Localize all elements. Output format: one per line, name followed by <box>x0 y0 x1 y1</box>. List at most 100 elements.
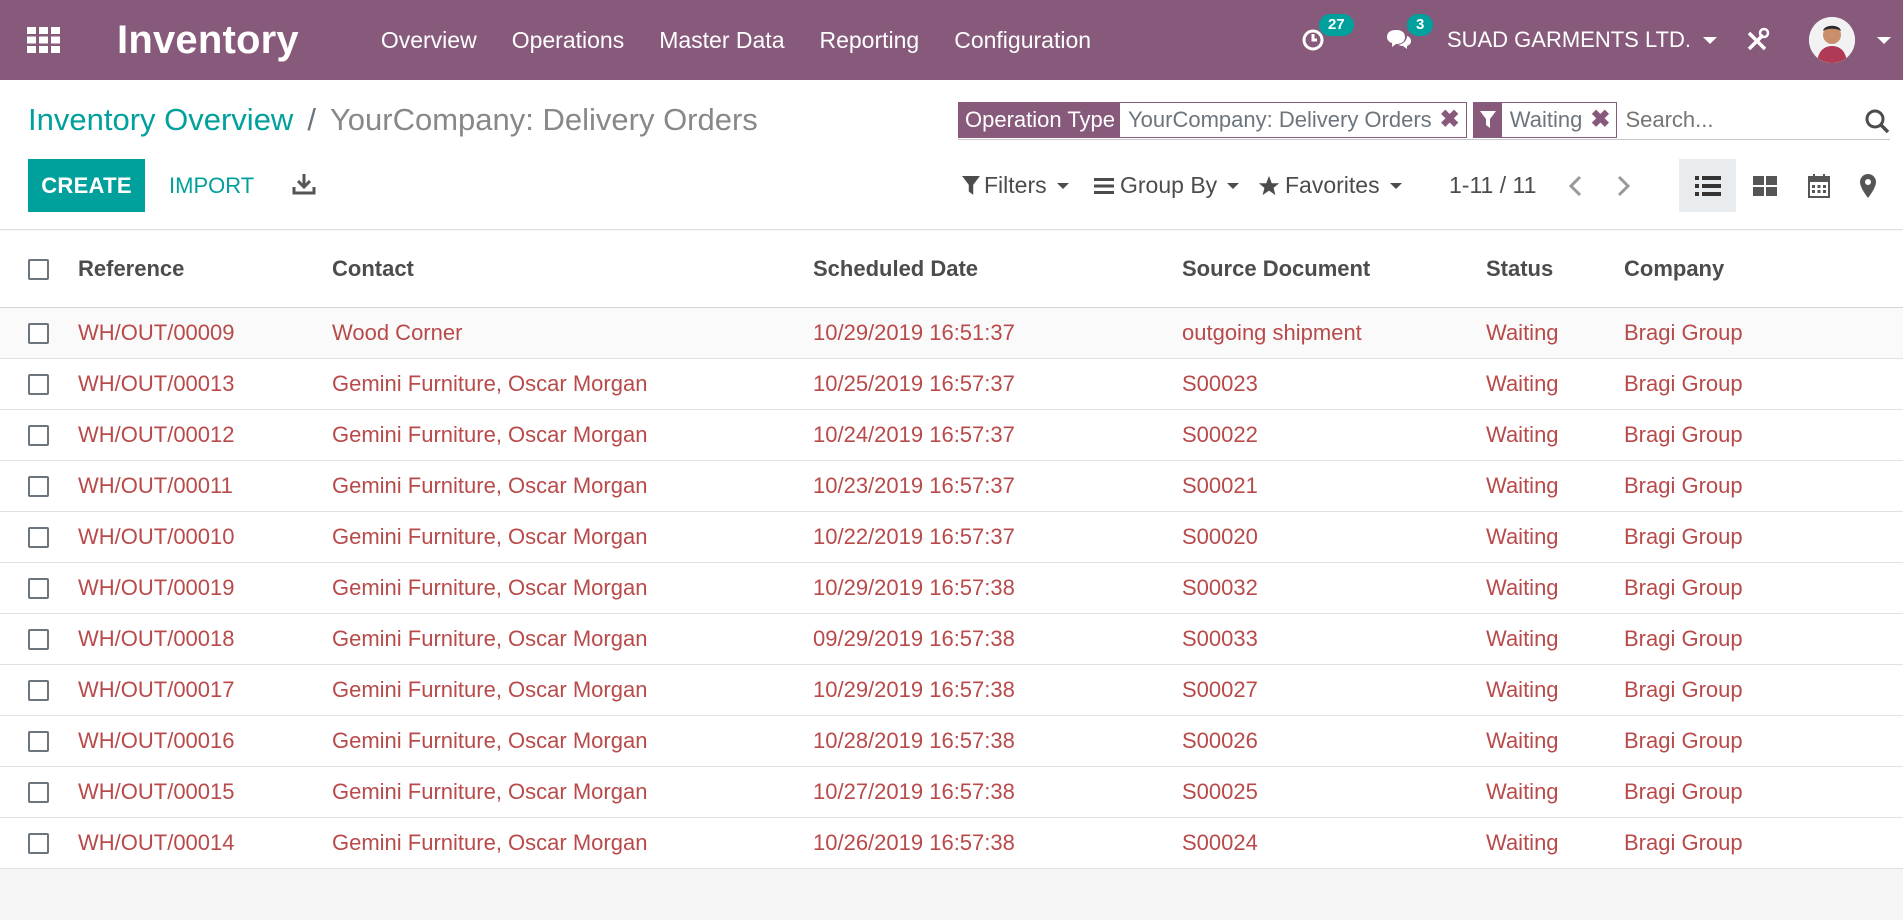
cell-contact: Gemini Furniture, Oscar Morgan <box>332 830 648 855</box>
search-bar: Operation Type YourCompany: Delivery Ord… <box>958 100 1890 140</box>
row-checkbox[interactable] <box>28 628 49 650</box>
debug-tools-button[interactable] <box>1745 27 1771 53</box>
column-header-contact[interactable]: Contact <box>332 256 414 282</box>
table-header: Reference Contact Scheduled Date Source … <box>0 231 1903 308</box>
table-row[interactable]: WH/OUT/00015 Gemini Furniture, Oscar Morg… <box>0 767 1903 818</box>
download-icon <box>292 174 316 195</box>
cell-scheduled-date: 10/29/2019 16:57:38 <box>813 677 1015 702</box>
row-checkbox[interactable] <box>28 781 49 803</box>
cell-status: Waiting <box>1486 677 1559 702</box>
user-avatar[interactable] <box>1809 17 1855 63</box>
cell-company: Bragi Group <box>1624 473 1743 498</box>
cell-reference: WH/OUT/00018 <box>78 626 235 651</box>
row-checkbox[interactable] <box>28 730 49 752</box>
column-header-scheduled-date[interactable]: Scheduled Date <box>813 256 978 282</box>
cell-company: Bragi Group <box>1624 371 1743 396</box>
menu-overview[interactable]: Overview <box>381 27 477 54</box>
filters-dropdown[interactable]: Filters <box>962 172 1069 199</box>
cell-contact: Gemini Furniture, Oscar Morgan <box>332 626 648 651</box>
column-header-status[interactable]: Status <box>1486 256 1553 282</box>
menu-reporting[interactable]: Reporting <box>819 27 919 54</box>
group-by-dropdown[interactable]: Group By <box>1094 172 1240 199</box>
pager-previous-button[interactable] <box>1567 175 1583 202</box>
list-view-button[interactable] <box>1679 159 1736 212</box>
table-row[interactable]: WH/OUT/00016 Gemini Furniture, Oscar Morg… <box>0 716 1903 767</box>
cell-company: Bragi Group <box>1624 728 1743 753</box>
activity-menu[interactable]: 27 <box>1301 14 1354 52</box>
systray: 27 3 SUAD GARMENTS LTD. <box>1301 0 1903 80</box>
row-checkbox[interactable] <box>28 373 49 395</box>
row-checkbox[interactable] <box>28 424 49 446</box>
table-row[interactable]: WH/OUT/00011 Gemini Furniture, Oscar Morg… <box>0 461 1903 512</box>
menu-master-data[interactable]: Master Data <box>659 27 784 54</box>
apps-menu-button[interactable] <box>0 0 88 80</box>
map-view-button[interactable] <box>1840 159 1896 212</box>
calendar-view-button[interactable] <box>1790 159 1847 212</box>
cell-company: Bragi Group <box>1624 575 1743 600</box>
breadcrumb-current: YourCompany: Delivery Orders <box>329 102 758 137</box>
cell-scheduled-date: 10/23/2019 16:57:37 <box>813 473 1015 498</box>
cell-source-document: S00025 <box>1182 779 1258 804</box>
pager-next-button[interactable] <box>1616 175 1632 202</box>
table-row[interactable]: WH/OUT/00017 Gemini Furniture, Oscar Morg… <box>0 665 1903 716</box>
table-row[interactable]: WH/OUT/00019 Gemini Furniture, Oscar Morg… <box>0 563 1903 614</box>
menu-configuration[interactable]: Configuration <box>954 27 1091 54</box>
chevron-left-icon <box>1568 175 1582 197</box>
list-view-icon <box>1694 175 1721 196</box>
cell-company: Bragi Group <box>1624 320 1743 345</box>
breadcrumb: Inventory Overview / YourCompany: Delive… <box>28 102 758 138</box>
cell-status: Waiting <box>1486 320 1559 345</box>
chevron-down-icon <box>1227 182 1240 189</box>
cell-source-document: S00032 <box>1182 575 1258 600</box>
table-row[interactable]: WH/OUT/00014 Gemini Furniture, Oscar Morg… <box>0 818 1903 869</box>
pager-value[interactable]: 1-11 / 11 <box>1449 172 1536 199</box>
chevron-down-icon[interactable] <box>1877 36 1891 44</box>
table-row[interactable]: WH/OUT/00018 Gemini Furniture, Oscar Morg… <box>0 614 1903 665</box>
cell-status: Waiting <box>1486 728 1559 753</box>
cell-source-document: S00020 <box>1182 524 1258 549</box>
row-checkbox[interactable] <box>28 475 49 497</box>
table-row[interactable]: WH/OUT/00012 Gemini Furniture, Oscar Morg… <box>0 410 1903 461</box>
row-checkbox[interactable] <box>28 526 49 548</box>
create-button[interactable]: CREATE <box>28 159 145 212</box>
column-header-source-document[interactable]: Source Document <box>1182 256 1370 282</box>
favorites-dropdown[interactable]: Favorites <box>1258 172 1402 199</box>
cell-reference: WH/OUT/00015 <box>78 779 235 804</box>
search-icon[interactable] <box>1864 108 1890 139</box>
cell-reference: WH/OUT/00010 <box>78 524 235 549</box>
row-checkbox[interactable] <box>28 577 49 599</box>
table-row[interactable]: WH/OUT/00010 Gemini Furniture, Oscar Morg… <box>0 512 1903 563</box>
export-all-button[interactable] <box>292 172 316 201</box>
cell-reference: WH/OUT/00012 <box>78 422 235 447</box>
menu-operations[interactable]: Operations <box>512 27 625 54</box>
cell-contact: Gemini Furniture, Oscar Morgan <box>332 371 648 396</box>
cell-reference: WH/OUT/00011 <box>78 473 233 498</box>
row-checkbox[interactable] <box>28 322 49 344</box>
import-button[interactable]: IMPORT <box>169 159 254 212</box>
cell-contact: Wood Corner <box>332 320 463 345</box>
select-all-checkbox[interactable] <box>28 258 49 280</box>
facet-remove-icon[interactable]: ✖ <box>1582 105 1610 134</box>
facet-remove-icon[interactable]: ✖ <box>1432 105 1460 134</box>
breadcrumb-parent[interactable]: Inventory Overview <box>28 102 293 138</box>
app-title[interactable]: Inventory <box>117 18 299 63</box>
table-row[interactable]: WH/OUT/00009 Wood Corner 10/29/2019 16:51:… <box>0 308 1903 359</box>
cell-reference: WH/OUT/00009 <box>78 320 235 345</box>
favorites-label: Favorites <box>1285 172 1380 198</box>
search-input[interactable] <box>1625 106 1851 133</box>
bars-icon <box>1094 177 1114 194</box>
search-facet-waiting[interactable]: Waiting ✖ <box>1472 101 1618 138</box>
map-pin-icon <box>1860 173 1876 198</box>
column-header-reference[interactable]: Reference <box>78 256 184 282</box>
company-switcher[interactable]: SUAD GARMENTS LTD. <box>1447 27 1717 53</box>
cell-status: Waiting <box>1486 473 1559 498</box>
column-header-company[interactable]: Company <box>1624 256 1724 282</box>
messaging-menu[interactable]: 3 <box>1385 14 1434 52</box>
activity-count-badge: 27 <box>1318 14 1354 36</box>
row-checkbox[interactable] <box>28 832 49 854</box>
cell-source-document: S00024 <box>1182 830 1258 855</box>
kanban-view-button[interactable] <box>1736 159 1793 212</box>
search-facet-operation-type[interactable]: Operation Type YourCompany: Delivery Ord… <box>958 101 1467 138</box>
row-checkbox[interactable] <box>28 679 49 701</box>
table-row[interactable]: WH/OUT/00013 Gemini Furniture, Oscar Morg… <box>0 359 1903 410</box>
